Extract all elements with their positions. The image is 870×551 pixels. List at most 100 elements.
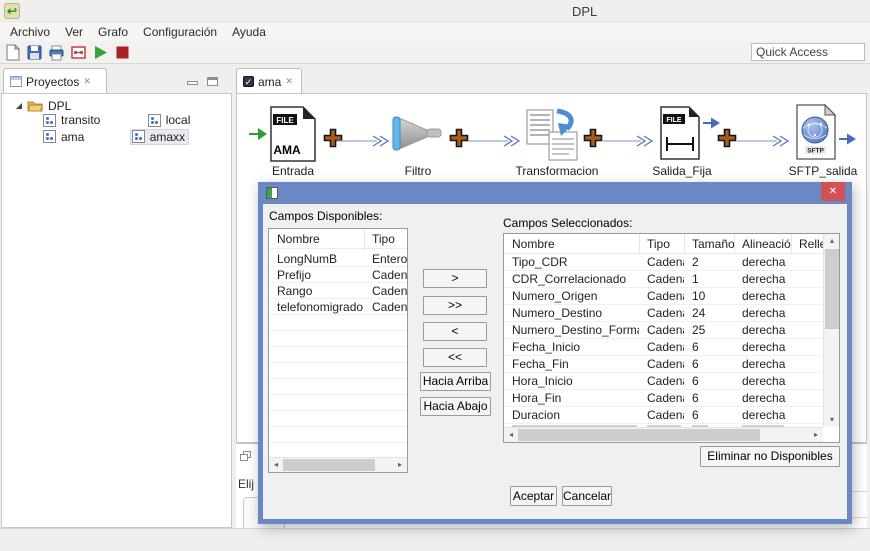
- export-graph-button[interactable]: [69, 43, 88, 62]
- selected-row[interactable]: CDR_Correlacionado Cadena 1 derecha: [504, 271, 823, 288]
- graph-file-icon: [148, 114, 161, 127]
- stop-button[interactable]: [113, 43, 132, 62]
- menu-item[interactable]: Ayuda: [232, 25, 266, 39]
- available-header: Nombre Tipo: [269, 229, 407, 249]
- node-entrada-icon[interactable]: FILE AMA: [269, 106, 317, 162]
- column-header[interactable]: Tamaño: [684, 237, 734, 251]
- tree-node-dpl[interactable]: DPL: [16, 98, 231, 113]
- bottom-view-clipped-label: Elij: [238, 477, 254, 491]
- available-row[interactable]: telefonomigrado Cadena: [269, 299, 407, 315]
- cell-tipo: Cadena: [364, 283, 408, 299]
- node-salida-fija-icon[interactable]: FILE: [659, 106, 701, 160]
- cell-relleno: [791, 407, 823, 424]
- cell-nombre: LongNumB: [269, 251, 364, 267]
- save-button[interactable]: [25, 43, 44, 62]
- selected-row[interactable]: Numero_Destino_Formato Cadena 25 derecha: [504, 322, 823, 339]
- minimize-view-button[interactable]: [187, 81, 198, 85]
- tree-children: transito local ama amaxx: [2, 113, 231, 146]
- column-header[interactable]: Relle: [791, 237, 825, 251]
- print-button[interactable]: [47, 43, 66, 62]
- available-rows: LongNumB Entero Prefijo Cadena Rango Cad…: [269, 251, 407, 457]
- dialog-titlebar: ✕: [258, 182, 852, 204]
- tree-node-project[interactable]: amaxx: [131, 130, 188, 144]
- selected-row[interactable]: Numero_Destino Cadena 24 derecha: [504, 305, 823, 322]
- expand-arrow-icon[interactable]: [16, 103, 22, 109]
- selected-row[interactable]: Tipo_CDR Cadena 2 derecha: [504, 254, 823, 271]
- available-row[interactable]: Prefijo Cadena: [269, 267, 407, 283]
- column-header[interactable]: Tipo: [364, 232, 408, 246]
- tab-proyectos[interactable]: Proyectos ✕: [3, 68, 107, 94]
- selected-row[interactable]: Fecha_Inicio Cadena 6 derecha: [504, 339, 823, 356]
- main-toolbar: [0, 41, 870, 64]
- tree-node-project[interactable]: ama: [42, 130, 87, 144]
- cell-tamano: 6: [684, 356, 734, 373]
- column-header[interactable]: Alineación: [734, 237, 791, 251]
- horizontal-scrollbar[interactable]: ◂▸: [269, 457, 407, 472]
- selected-row[interactable]: Fecha_Fin Cadena 6 derecha: [504, 356, 823, 373]
- dialog-body: Campos Disponibles: Nombre Tipo LongNumB…: [263, 204, 847, 519]
- vertical-scrollbar[interactable]: ▴▾: [823, 234, 839, 427]
- tree-node-dpl-label: DPL: [48, 99, 71, 113]
- menu-item[interactable]: Grafo: [98, 25, 128, 39]
- available-fields-list: Nombre Tipo LongNumB Entero Prefijo C: [268, 228, 408, 473]
- node-transformacion-icon[interactable]: [525, 108, 579, 162]
- move-right-button[interactable]: >: [423, 269, 487, 288]
- dialog-close-button[interactable]: ✕: [821, 182, 845, 201]
- cell-tamano: 2: [684, 254, 734, 271]
- cell-alineacion: derecha: [734, 254, 791, 271]
- cancel-button[interactable]: Cancelar: [562, 486, 612, 506]
- new-file-button[interactable]: [3, 43, 22, 62]
- selected-row[interactable]: Numero_Origen Cadena 10 derecha: [504, 288, 823, 305]
- cell-relleno: [791, 288, 823, 305]
- add-node-icon[interactable]: [583, 128, 603, 148]
- column-header[interactable]: Nombre: [269, 232, 364, 246]
- tab-ama[interactable]: ✓ ama ✕: [236, 68, 302, 94]
- close-icon[interactable]: ✕: [285, 77, 293, 86]
- scrollbar-thumb[interactable]: [518, 429, 760, 441]
- tree-node-project[interactable]: local: [147, 113, 194, 127]
- cell-alineacion: derecha: [734, 305, 791, 322]
- add-node-icon[interactable]: [449, 128, 469, 148]
- move-all-left-button[interactable]: <<: [423, 348, 487, 367]
- horizontal-scrollbar[interactable]: ◂▸: [504, 427, 823, 442]
- move-down-button[interactable]: Hacia Abajo: [420, 397, 491, 416]
- column-header[interactable]: Tipo: [639, 237, 684, 251]
- input-arrow-icon: [249, 126, 267, 142]
- menu-item[interactable]: Configuración: [143, 25, 217, 39]
- node-sftp-salida-icon[interactable]: SFTP: [795, 104, 837, 160]
- graph-file-icon: [43, 130, 56, 143]
- tree-node-label: amaxx: [150, 130, 185, 144]
- tree-node-project[interactable]: transito: [42, 113, 103, 127]
- cell-nombre: Hora_Inicio: [504, 373, 639, 390]
- status-strip: [0, 528, 870, 551]
- menu-item[interactable]: Ver: [65, 25, 83, 39]
- cell-tipo: Cadena: [639, 407, 684, 424]
- cell-alineacion: derecha: [734, 271, 791, 288]
- close-icon[interactable]: ✕: [83, 77, 91, 86]
- selected-row[interactable]: Hora_Inicio Cadena 6 derecha: [504, 373, 823, 390]
- scrollbar-thumb[interactable]: [825, 249, 839, 329]
- selected-row[interactable]: Duracion Cadena 6 derecha: [504, 407, 823, 424]
- move-left-button[interactable]: <: [423, 322, 487, 341]
- accept-button[interactable]: Aceptar: [510, 486, 557, 506]
- available-row[interactable]: LongNumB Entero: [269, 251, 407, 267]
- node-filtro-icon[interactable]: [392, 116, 444, 154]
- run-button[interactable]: [91, 43, 110, 62]
- node-entrada-label: Entrada: [263, 164, 323, 178]
- add-node-icon[interactable]: [717, 128, 737, 148]
- column-header[interactable]: Nombre: [504, 237, 639, 251]
- restore-view-icon[interactable]: [240, 451, 251, 461]
- graph-editor-icon: ✓: [243, 76, 254, 87]
- available-row[interactable]: Rango Cadena: [269, 283, 407, 299]
- move-up-button[interactable]: Hacia Arriba: [420, 372, 491, 391]
- cell-alineacion: derecha: [734, 339, 791, 356]
- window-title: DPL: [572, 4, 597, 19]
- scrollbar-thumb[interactable]: [283, 459, 375, 471]
- selected-fields-table: Nombre Tipo Tamaño Alineación Relle Tipo…: [503, 233, 840, 443]
- quick-access-input[interactable]: [751, 43, 865, 61]
- maximize-view-button[interactable]: [207, 77, 218, 86]
- move-all-right-button[interactable]: >>: [423, 296, 487, 315]
- menu-item[interactable]: Archivo: [10, 25, 50, 39]
- selected-row[interactable]: Hora_Fin Cadena 6 derecha: [504, 390, 823, 407]
- remove-unavailable-button[interactable]: Eliminar no Disponibles: [700, 446, 840, 467]
